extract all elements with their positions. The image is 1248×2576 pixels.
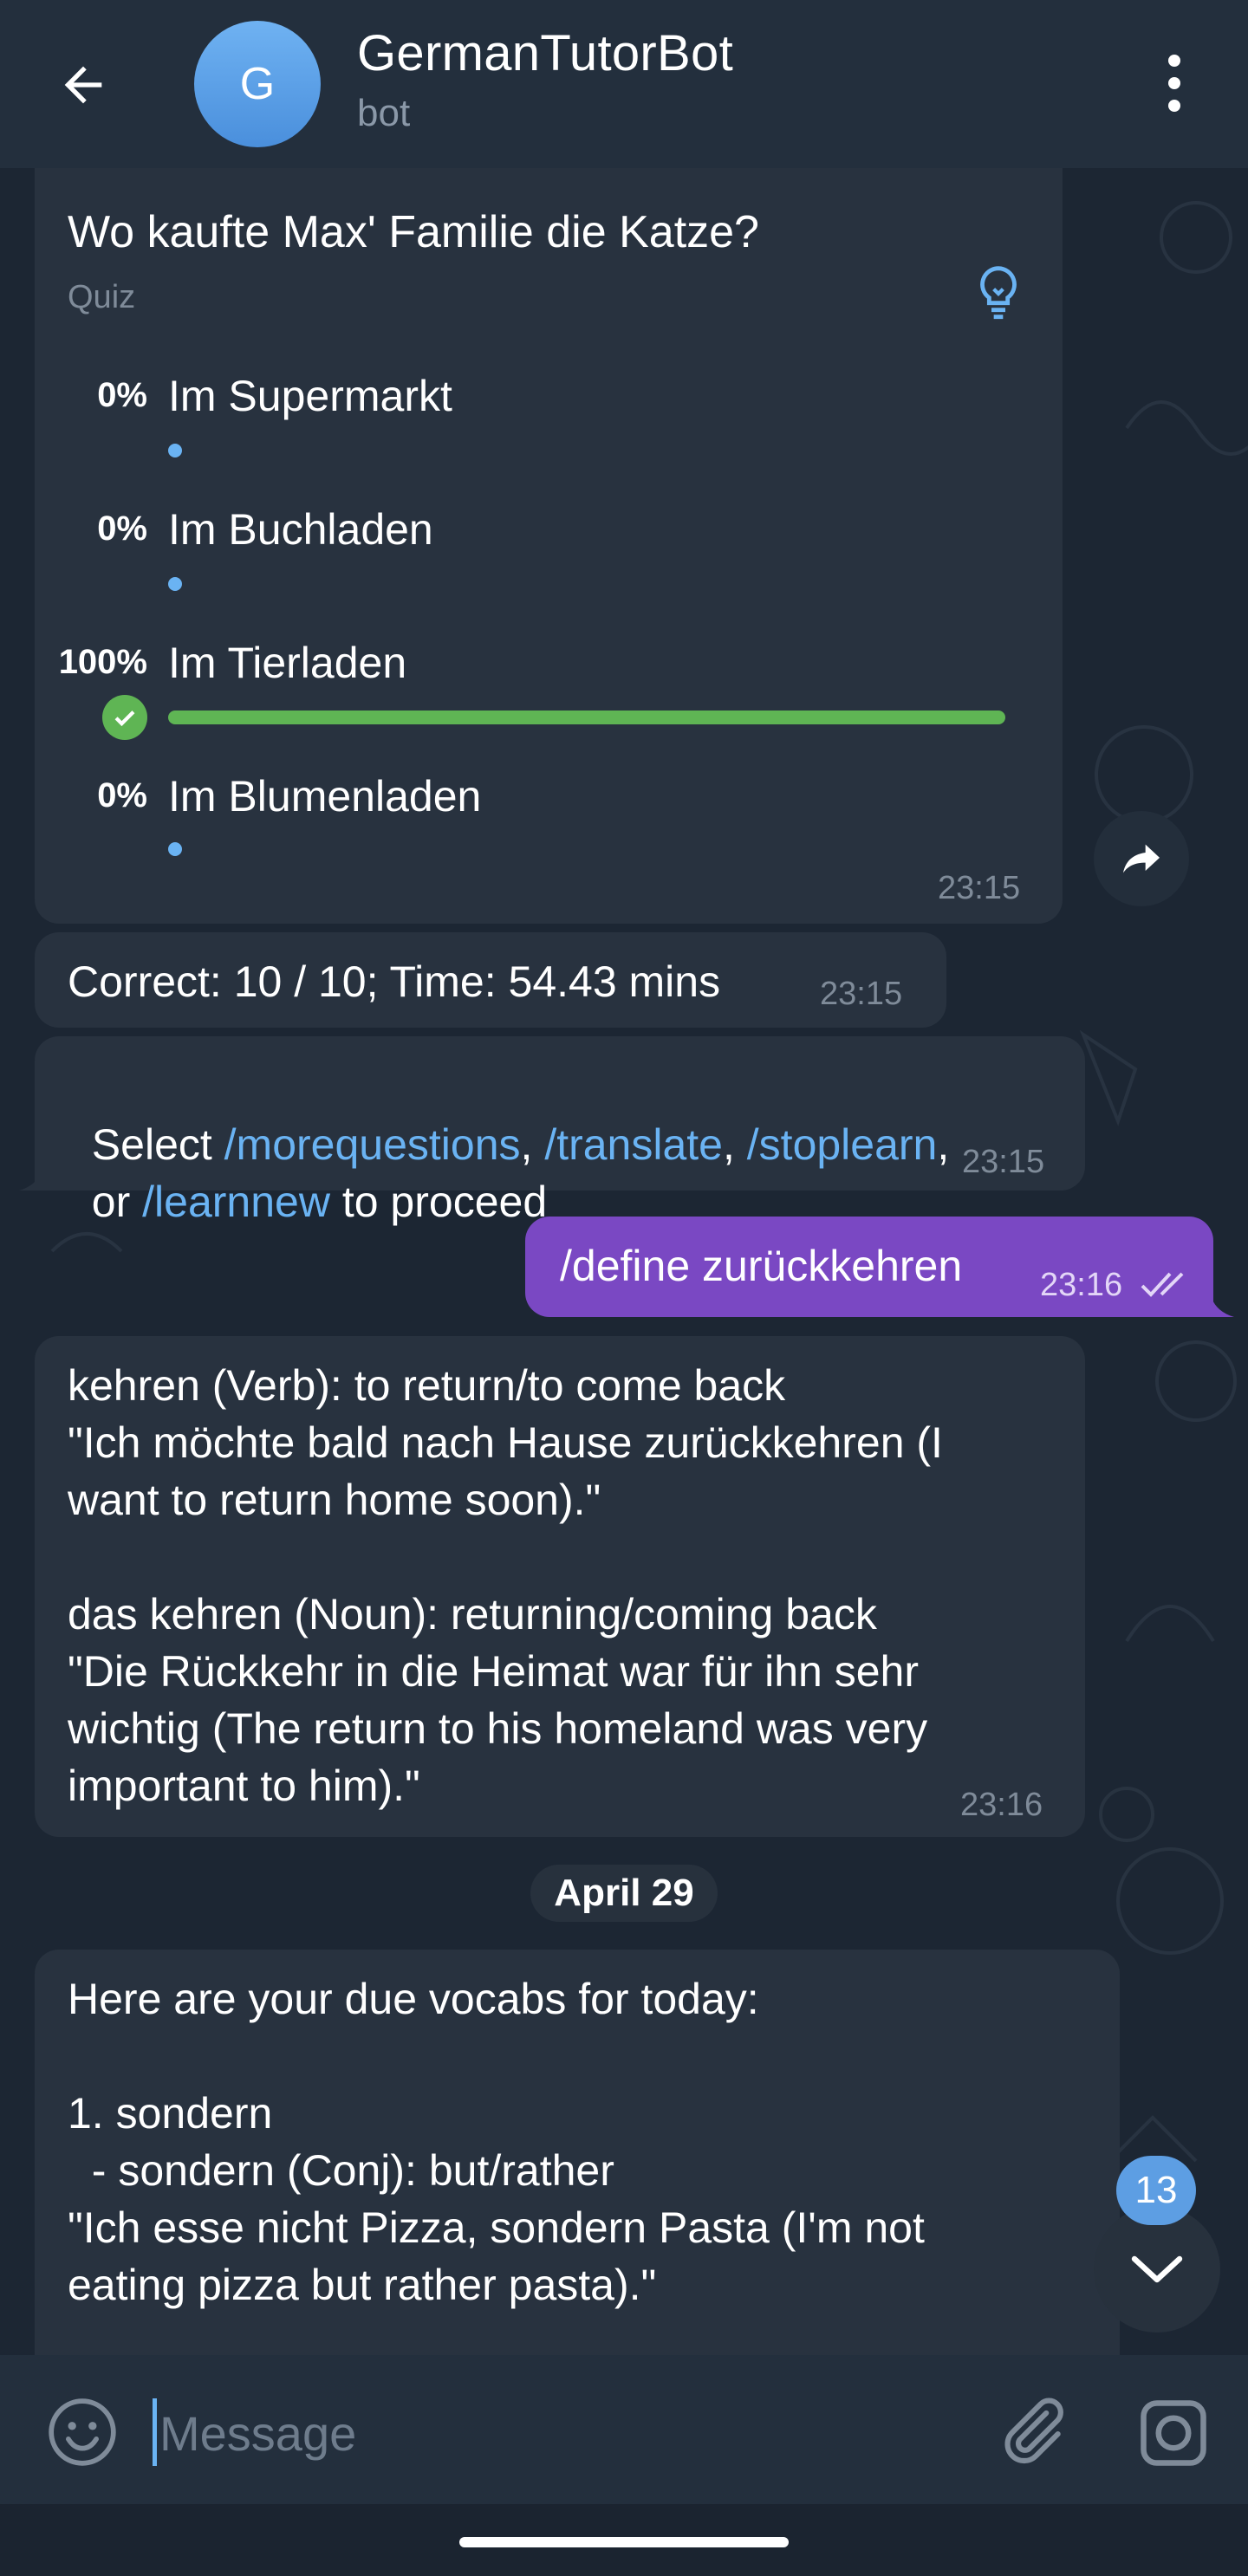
quiz-option-bar xyxy=(168,444,182,457)
command-link-stoplearn[interactable]: /stoplearn xyxy=(747,1120,938,1169)
message-input[interactable] xyxy=(153,2397,933,2469)
chat-subtitle: bot xyxy=(357,92,411,134)
quiz-option-label: Im Supermarkt xyxy=(168,372,452,420)
attach-icon[interactable] xyxy=(991,2391,1071,2471)
share-icon[interactable] xyxy=(1094,811,1189,906)
unread-count-badge: 13 xyxy=(1116,2156,1196,2225)
select-suffix: to proceed xyxy=(329,1178,548,1226)
separator: , xyxy=(937,1120,950,1169)
quiz-option-bar xyxy=(168,842,182,856)
message-text: kehren (Verb): to return/to come back "I… xyxy=(68,1361,943,1810)
camera-icon[interactable] xyxy=(1134,2393,1213,2473)
quiz-type-label: Quiz xyxy=(68,279,136,315)
message-time: 23:15 xyxy=(938,870,1021,906)
lightbulb-icon[interactable] xyxy=(971,263,1026,324)
quiz-option-percent: 100% xyxy=(58,643,147,681)
avatar-letter: G xyxy=(239,59,276,109)
date-separator: April 29 xyxy=(530,1865,718,1922)
quiz-option-label: Im Buchladen xyxy=(168,505,433,554)
check-icon xyxy=(102,695,147,740)
message-time: 23:16 xyxy=(960,1787,1043,1823)
emoji-icon[interactable] xyxy=(45,2395,120,2469)
quiz-option-bar-correct xyxy=(168,711,1005,724)
quiz-option-label: Im Tierladen xyxy=(168,639,407,687)
quiz-option-percent: 0% xyxy=(97,776,147,814)
message-text: /define zurückkehren xyxy=(560,1242,963,1290)
quiz-option-bar xyxy=(168,577,182,591)
bubble-tail xyxy=(19,1171,42,1191)
avatar[interactable]: G xyxy=(194,21,321,147)
chat-title[interactable]: GermanTutorBot xyxy=(357,24,733,82)
chat-header: G GermanTutorBot bot xyxy=(0,0,1248,168)
message-text-line2: or /learnnew to proceed xyxy=(68,1116,547,1230)
bubble-tail xyxy=(1212,1298,1234,1317)
quiz-question: Wo kaufte Max' Familie die Katze? xyxy=(68,207,759,257)
more-vert-icon[interactable] xyxy=(1153,49,1196,118)
message-time: 23:15 xyxy=(962,1144,1045,1180)
command-link-learnnew[interactable]: /learnnew xyxy=(142,1178,330,1226)
message-time: 23:15 xyxy=(820,976,903,1012)
home-indicator[interactable] xyxy=(459,2537,789,2547)
back-arrow-icon[interactable] xyxy=(49,50,118,120)
command-link-translate[interactable]: /translate xyxy=(544,1120,723,1169)
quiz-option-label: Im Blumenladen xyxy=(168,772,482,821)
select-or: or xyxy=(91,1178,143,1226)
quiz-option-percent: 0% xyxy=(97,509,147,548)
message-time: 23:16 xyxy=(1040,1267,1123,1303)
quiz-option-percent: 0% xyxy=(97,376,147,414)
double-check-icon xyxy=(1141,1272,1184,1297)
separator: , xyxy=(722,1120,747,1169)
text-caret xyxy=(153,2398,157,2466)
message-text: Correct: 10 / 10; Time: 54.43 mins xyxy=(68,957,721,1006)
message-text: Here are your due vocabs for today: 1. s… xyxy=(68,1975,925,2309)
